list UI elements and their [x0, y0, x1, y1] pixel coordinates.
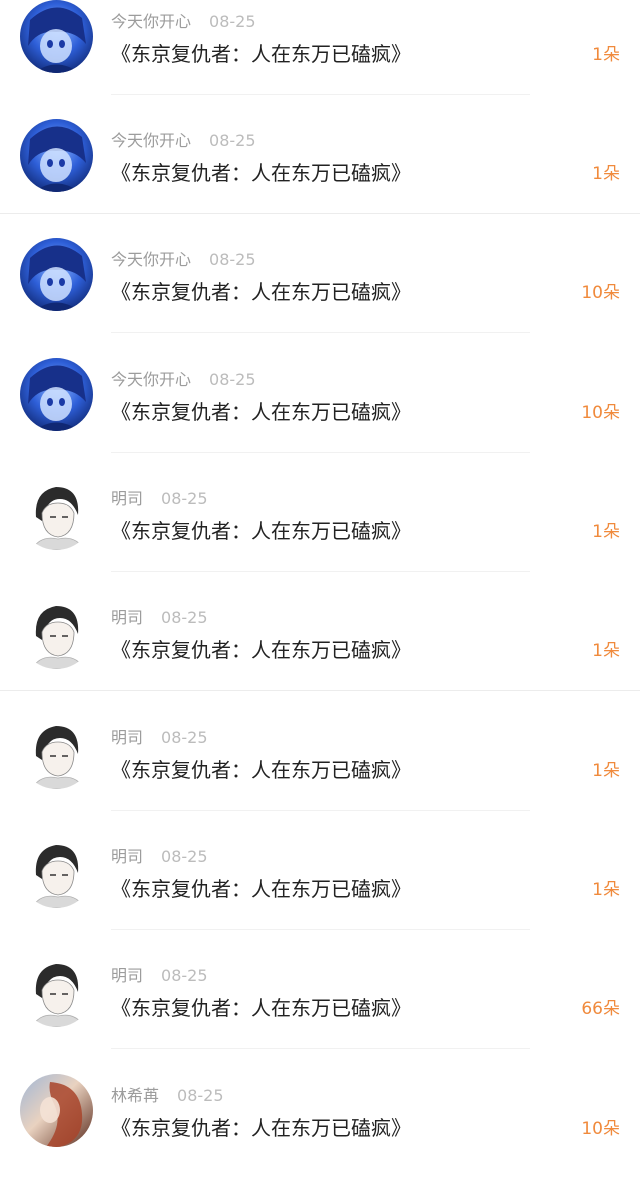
anime-blue-avatar [20, 119, 93, 192]
list-item[interactable]: 明司 08-25 《东京复仇者：人在东万已磕疯》 1朵 [0, 571, 640, 691]
record-meta: 明司 08-25 [111, 729, 208, 747]
book-title[interactable]: 《东京复仇者：人在东万已磕疯》 [111, 516, 411, 546]
list-item[interactable]: 明司 08-25 《东京复仇者：人在东万已磕疯》 1朵 [0, 691, 640, 811]
record-date: 08-25 [209, 250, 256, 269]
record-date: 08-25 [161, 728, 208, 747]
record-date: 08-25 [161, 847, 208, 866]
user-avatar[interactable] [20, 954, 93, 1027]
list-item[interactable]: 明司 08-25 《东京复仇者：人在东万已磕疯》 66朵 [0, 929, 640, 1049]
book-title[interactable]: 《东京复仇者：人在东万已磕疯》 [111, 397, 411, 427]
flower-count: 1朵 [592, 45, 620, 65]
record-date: 08-25 [209, 370, 256, 389]
list-item[interactable]: 明司 08-25 《东京复仇者：人在东万已磕疯》 1朵 [0, 452, 640, 572]
record-date: 08-25 [161, 608, 208, 627]
user-avatar[interactable] [20, 0, 93, 73]
book-title[interactable]: 《东京复仇者：人在东万已磕疯》 [111, 39, 411, 69]
user-name[interactable]: 今天你开心 [111, 370, 191, 389]
flower-count: 10朵 [581, 1119, 620, 1139]
record-meta: 明司 08-25 [111, 609, 208, 627]
record-date: 08-25 [161, 489, 208, 508]
book-title[interactable]: 《东京复仇者：人在东万已磕疯》 [111, 635, 411, 665]
book-title[interactable]: 《东京复仇者：人在东万已磕疯》 [111, 993, 411, 1023]
record-date: 08-25 [177, 1086, 224, 1105]
list-item[interactable]: 今天你开心 08-25 《东京复仇者：人在东万已磕疯》 10朵 [0, 213, 640, 333]
user-name[interactable]: 明司 [111, 489, 143, 508]
book-title[interactable]: 《东京复仇者：人在东万已磕疯》 [111, 158, 411, 188]
record-date: 08-25 [209, 12, 256, 31]
user-name[interactable]: 明司 [111, 847, 143, 866]
record-meta: 今天你开心 08-25 [111, 13, 256, 31]
sketch-boy-avatar [20, 835, 93, 908]
book-title[interactable]: 《东京复仇者：人在东万已磕疯》 [111, 1113, 411, 1143]
user-name[interactable]: 今天你开心 [111, 131, 191, 150]
list-item[interactable]: 明司 08-25 《东京复仇者：人在东万已磕疯》 1朵 [0, 810, 640, 930]
user-name[interactable]: 明司 [111, 608, 143, 627]
anime-blue-avatar [20, 238, 93, 311]
user-name[interactable]: 明司 [111, 966, 143, 985]
book-title[interactable]: 《东京复仇者：人在东万已磕疯》 [111, 874, 411, 904]
user-name[interactable]: 林希苒 [111, 1086, 159, 1105]
flower-count: 1朵 [592, 522, 620, 542]
gift-record-list: 今天你开心 08-25 《东京复仇者：人在东万已磕疯》 1朵 今天你开心 08-25… [0, 0, 640, 1189]
painted-portrait-avatar [20, 1074, 93, 1147]
list-item[interactable]: 今天你开心 08-25 《东京复仇者：人在东万已磕疯》 10朵 [0, 333, 640, 453]
record-meta: 今天你开心 08-25 [111, 251, 256, 269]
user-avatar[interactable] [20, 119, 93, 192]
record-meta: 林希苒 08-25 [111, 1087, 224, 1105]
flower-count: 10朵 [581, 403, 620, 423]
user-avatar[interactable] [20, 835, 93, 908]
sketch-boy-avatar [20, 477, 93, 550]
anime-blue-avatar [20, 358, 93, 431]
flower-count: 66朵 [581, 999, 620, 1019]
user-avatar[interactable] [20, 238, 93, 311]
record-meta: 今天你开心 08-25 [111, 132, 256, 150]
record-meta: 今天你开心 08-25 [111, 371, 256, 389]
book-title[interactable]: 《东京复仇者：人在东万已磕疯》 [111, 277, 411, 307]
flower-count: 1朵 [592, 641, 620, 661]
list-item[interactable]: 林希苒 08-25 《东京复仇者：人在东万已磕疯》 10朵 [0, 1049, 640, 1169]
user-name[interactable]: 今天你开心 [111, 12, 191, 31]
record-meta: 明司 08-25 [111, 967, 208, 985]
user-name[interactable]: 今天你开心 [111, 250, 191, 269]
user-avatar[interactable] [20, 1074, 93, 1147]
sketch-boy-avatar [20, 954, 93, 1027]
list-item[interactable]: 今天你开心 08-25 《东京复仇者：人在东万已磕疯》 1朵 [0, 94, 640, 214]
flower-count: 1朵 [592, 880, 620, 900]
record-date: 08-25 [161, 966, 208, 985]
sketch-boy-avatar [20, 716, 93, 789]
user-name[interactable]: 明司 [111, 728, 143, 747]
flower-count: 10朵 [581, 283, 620, 303]
record-meta: 明司 08-25 [111, 848, 208, 866]
record-meta: 明司 08-25 [111, 490, 208, 508]
user-avatar[interactable] [20, 477, 93, 550]
user-avatar[interactable] [20, 596, 93, 669]
list-item[interactable]: 今天你开心 08-25 《东京复仇者：人在东万已磕疯》 1朵 [0, 0, 640, 95]
record-date: 08-25 [209, 131, 256, 150]
user-avatar[interactable] [20, 358, 93, 431]
flower-count: 1朵 [592, 761, 620, 781]
user-avatar[interactable] [20, 716, 93, 789]
flower-count: 1朵 [592, 164, 620, 184]
anime-blue-avatar [20, 0, 93, 73]
sketch-boy-avatar [20, 596, 93, 669]
book-title[interactable]: 《东京复仇者：人在东万已磕疯》 [111, 755, 411, 785]
